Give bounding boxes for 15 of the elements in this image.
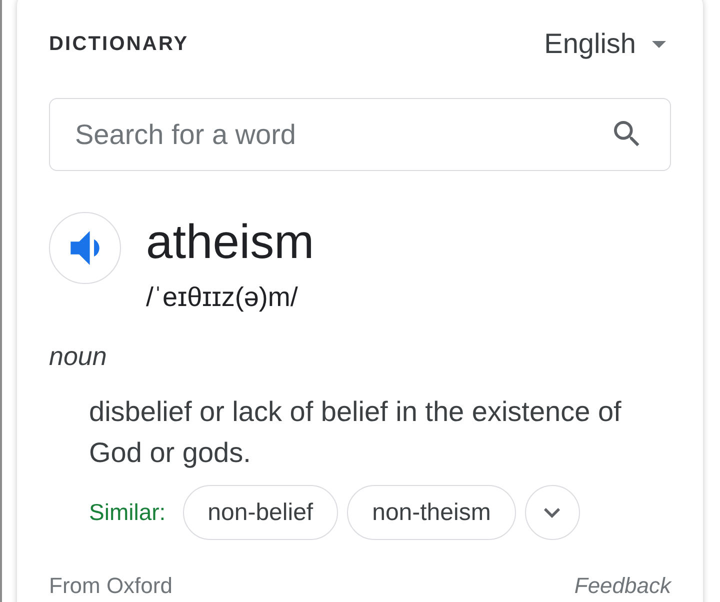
card-title: DICTIONARY: [49, 32, 189, 56]
definition: disbelief or lack of belief in the existence of God or gods.: [89, 395, 622, 470]
similar-word-chip[interactable]: non-theism: [347, 485, 516, 540]
feedback-link[interactable]: Feedback: [574, 573, 671, 599]
speaker-icon: [68, 231, 102, 265]
search-icon: [614, 121, 640, 147]
similar-label: Similar:: [89, 499, 166, 526]
part-of-speech: noun: [49, 340, 107, 372]
headword: atheism: [146, 216, 314, 270]
caret-icon: [652, 40, 666, 48]
pronunciation: /ˈeɪθɪɪz(ə)m/: [146, 281, 298, 313]
search-field[interactable]: Search for a word: [49, 98, 671, 171]
similar-word-chip[interactable]: non-belief: [182, 485, 338, 540]
source-label: From Oxford: [49, 573, 172, 599]
language-dropdown[interactable]: English: [544, 28, 666, 60]
